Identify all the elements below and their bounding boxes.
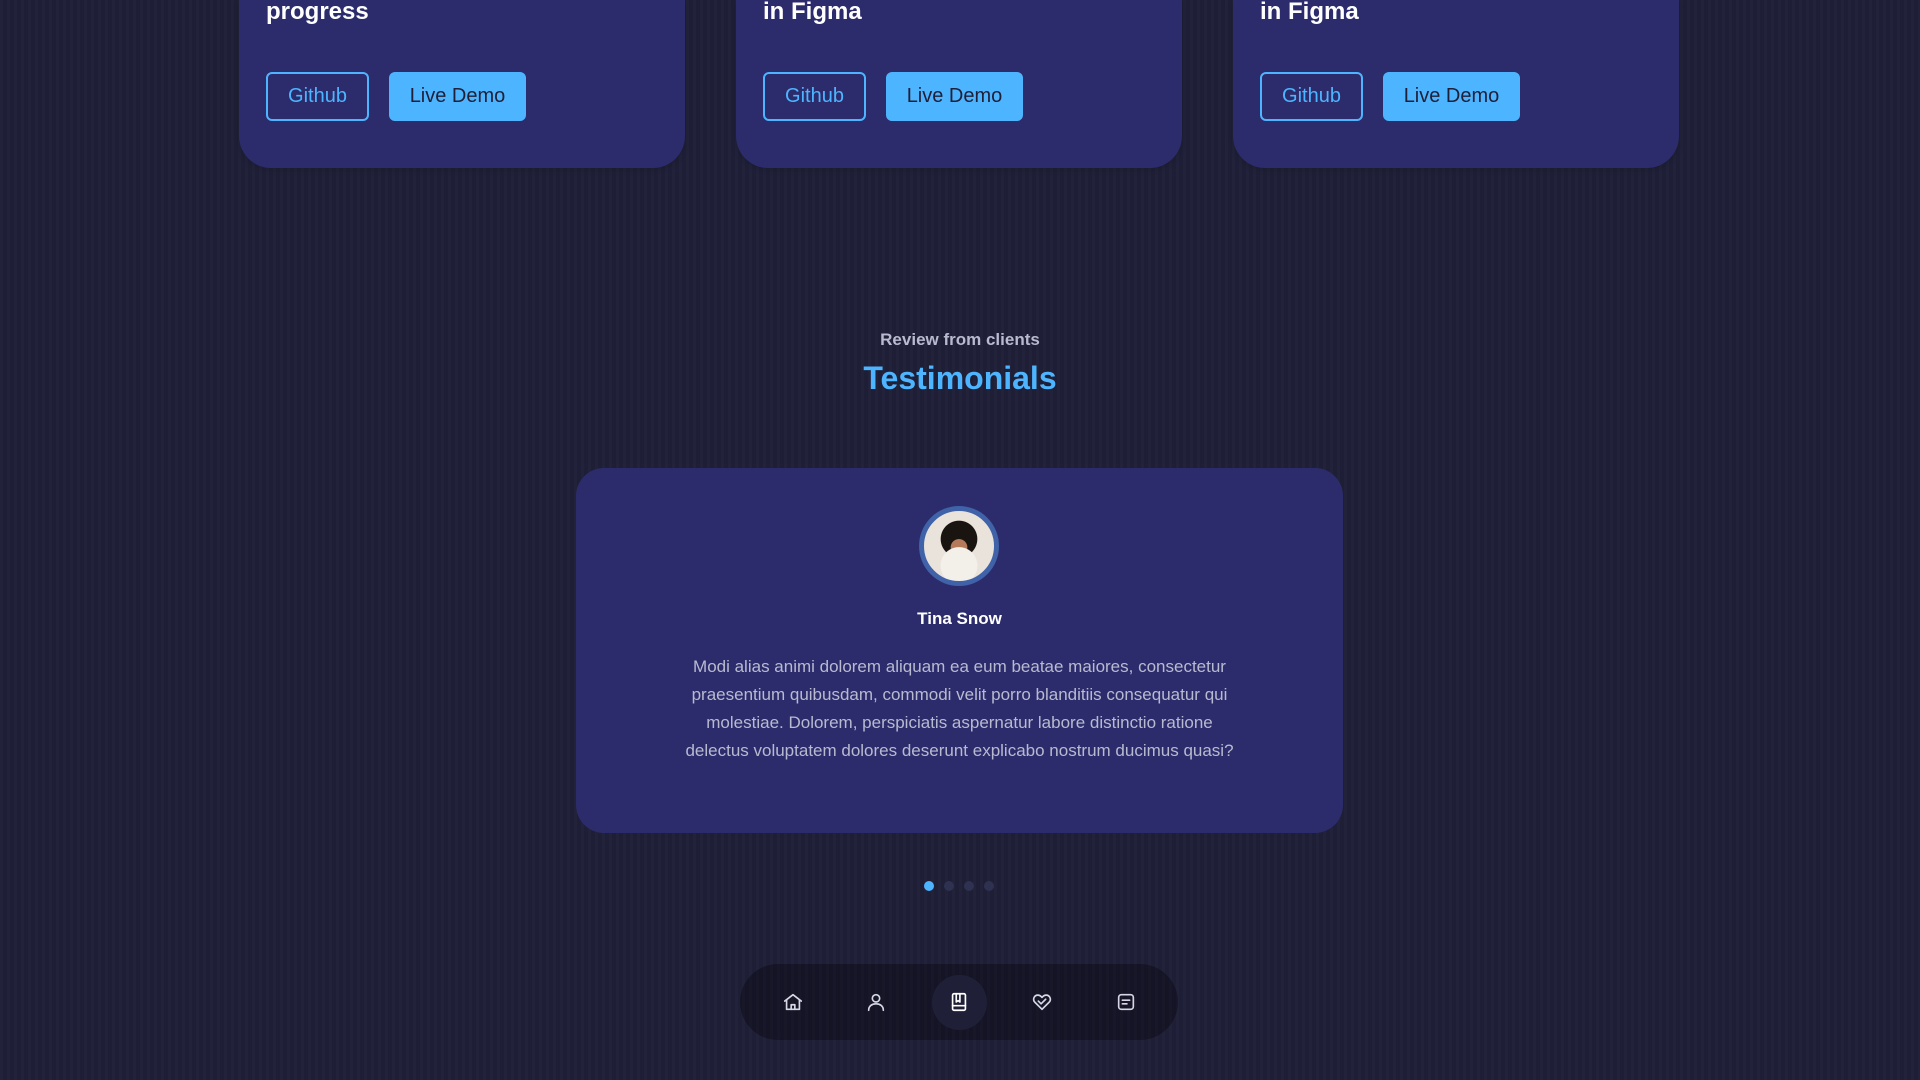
- pagination-dot[interactable]: [984, 881, 994, 891]
- portfolio-card-title: progress: [266, 0, 369, 25]
- portfolio-card-actions: Github Live Demo: [1260, 72, 1520, 121]
- section-subtitle: Review from clients: [880, 330, 1040, 349]
- nav-about[interactable]: [848, 975, 903, 1030]
- live-demo-button[interactable]: Live Demo: [886, 72, 1023, 121]
- portfolio-card-actions: Github Live Demo: [763, 72, 1023, 121]
- home-icon: [783, 993, 802, 1011]
- section-title: Testimonials: [863, 360, 1057, 396]
- pagination-dot[interactable]: [964, 881, 974, 891]
- live-demo-button[interactable]: Live Demo: [1383, 72, 1520, 121]
- message-icon: [1117, 993, 1134, 1011]
- nav-home[interactable]: [765, 975, 820, 1030]
- live-demo-button[interactable]: Live Demo: [389, 72, 526, 121]
- client-avatar: [919, 506, 999, 586]
- user-icon: [867, 993, 884, 1012]
- portfolio-card-title: in Figma: [1260, 0, 1359, 25]
- github-button[interactable]: Github: [763, 72, 866, 121]
- nav-contact[interactable]: [1098, 975, 1153, 1030]
- portfolio-cards-row: progress Github Live Demo in Figma Githu…: [239, 0, 1679, 168]
- bottom-nav: [740, 964, 1178, 1040]
- services-icon: [1033, 994, 1052, 1011]
- client-review: Modi alias animi dolorem aliquam ea eum …: [685, 657, 1234, 760]
- nav-experience[interactable]: [931, 974, 987, 1030]
- portfolio-card: in Figma Github Live Demo: [736, 0, 1182, 168]
- portfolio-card-title: in Figma: [763, 0, 862, 25]
- testimonial-pagination: [924, 881, 994, 891]
- testimonial-card: Tina Snow Modi alias animi dolorem aliqu…: [576, 468, 1343, 833]
- pagination-dot[interactable]: [944, 881, 954, 891]
- portfolio-card: in Figma Github Live Demo: [1233, 0, 1679, 168]
- pagination-dot[interactable]: [924, 881, 934, 891]
- github-button[interactable]: Github: [1260, 72, 1363, 121]
- client-name: Tina Snow: [917, 609, 1002, 628]
- book-icon: [951, 992, 967, 1012]
- portfolio-card-actions: Github Live Demo: [266, 72, 526, 121]
- github-button[interactable]: Github: [266, 72, 369, 121]
- portfolio-card: progress Github Live Demo: [239, 0, 685, 168]
- nav-services[interactable]: [1015, 975, 1070, 1030]
